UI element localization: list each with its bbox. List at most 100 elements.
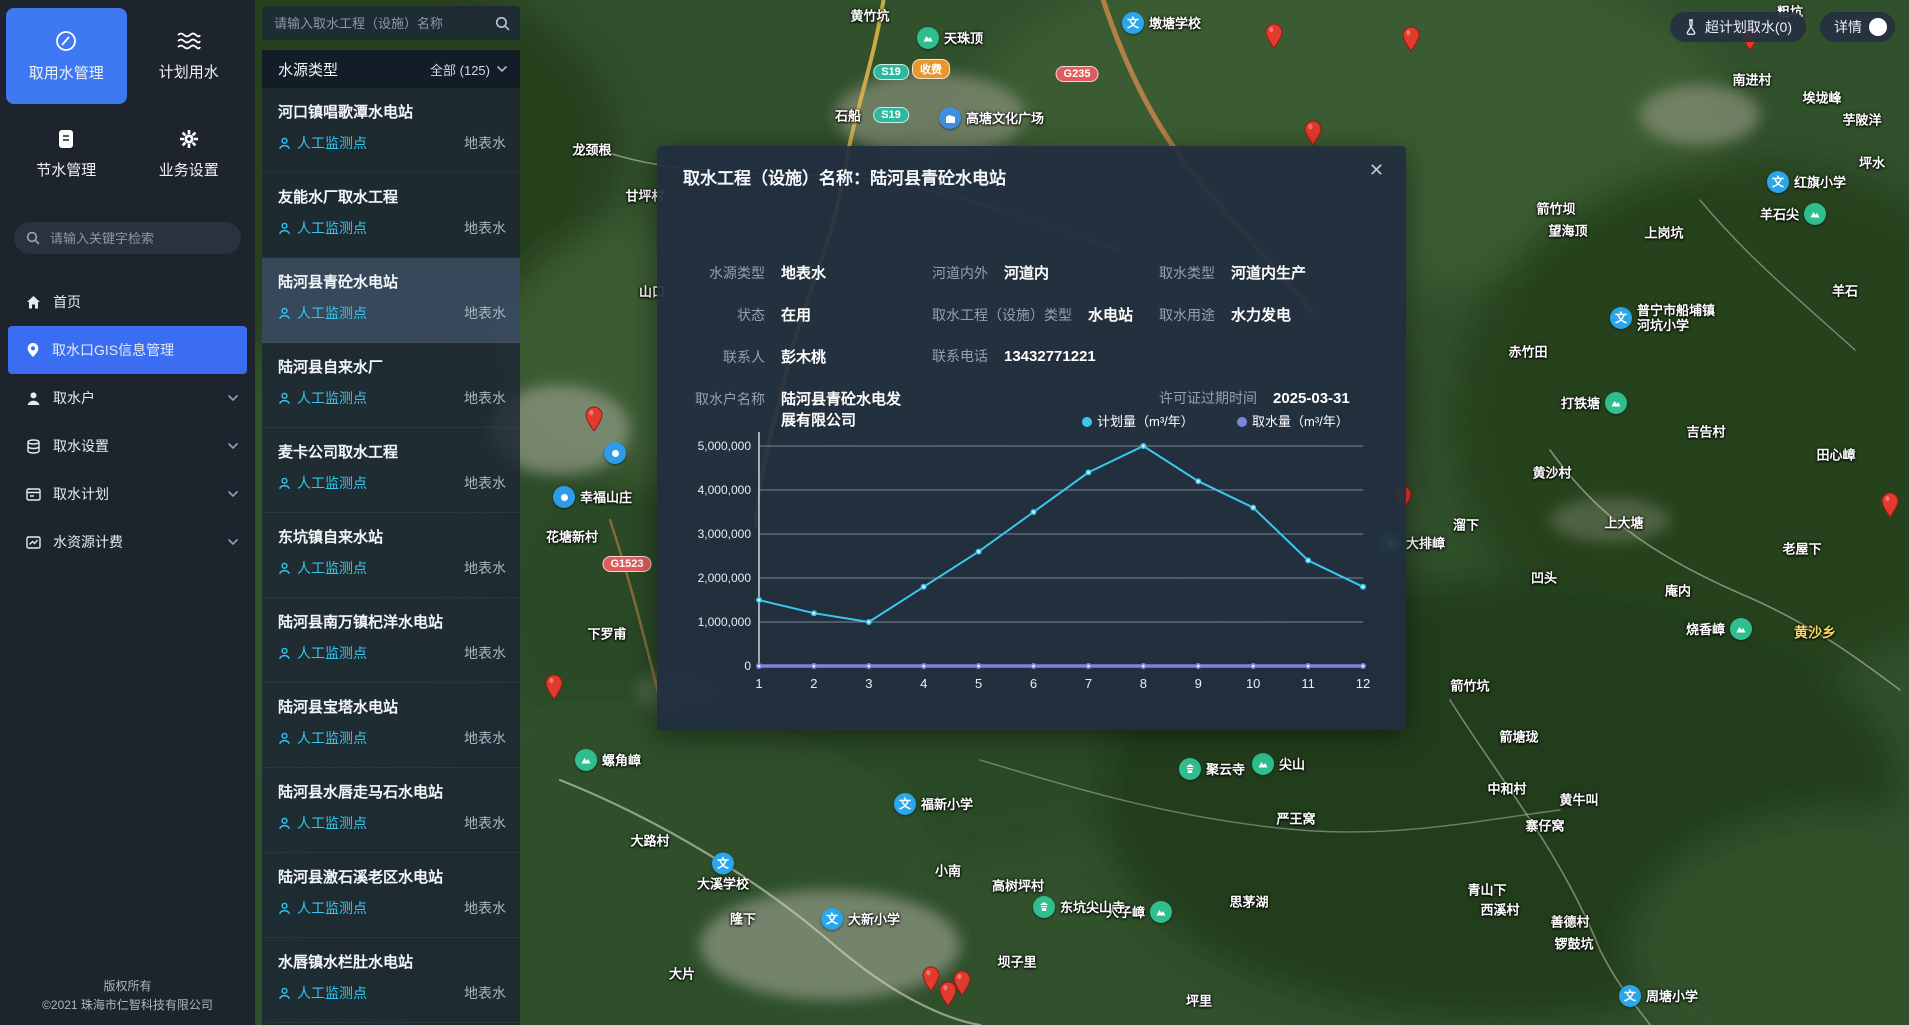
chevron-down-icon — [227, 442, 239, 450]
map-poi[interactable]: 烧香嶂 — [1686, 618, 1752, 640]
map-poi[interactable]: 打铁塘 — [1561, 392, 1627, 414]
station-list-item[interactable]: 麦卡公司取水工程人工监测点地表水 — [262, 428, 520, 513]
station-list-item[interactable]: 河口镇唱歌潭水电站人工监测点地表水 — [262, 88, 520, 173]
map-place-label: 中和村 — [1487, 782, 1526, 797]
map-poi-label: 打铁塘 — [1561, 396, 1600, 411]
red-map-pin-icon[interactable] — [952, 970, 972, 996]
chevron-down-icon — [227, 394, 239, 402]
map-poi[interactable]: 天珠顶 — [917, 27, 983, 49]
map-poi[interactable]: 文福新小学 — [894, 793, 973, 815]
red-map-pin-icon[interactable] — [1303, 120, 1323, 146]
tile-water-intake-mgmt[interactable]: 取用水管理 — [6, 8, 127, 104]
svg-text:7: 7 — [1085, 676, 1092, 691]
map-poi[interactable]: 幸福山庄 — [553, 486, 632, 508]
keyword-search-input[interactable] — [48, 230, 229, 247]
manual-monitor-label: 人工监测点 — [297, 303, 367, 323]
modal-field: 许可证过期时间2025-03-31 — [1159, 388, 1350, 408]
modal-field: 取水用途水力发电 — [1159, 304, 1291, 325]
station-name: 麦卡公司取水工程 — [278, 441, 506, 462]
station-list-item[interactable]: 友能水厂取水工程人工监测点地表水 — [262, 173, 520, 258]
map-place-label: 坪里 — [1186, 994, 1212, 1009]
modal-field: 联系电话13432771221 — [932, 346, 1096, 366]
red-map-pin-icon[interactable] — [1264, 23, 1284, 49]
red-map-pin-icon[interactable] — [1401, 26, 1421, 52]
app-root: 黄竹坑粗坑南进村埃垅峰芋陂洋石船龙颈根甘坪村山口坪水箭竹坝望海顶上岗坑羊石赤竹田… — [0, 0, 1909, 1025]
temple-marker-icon — [1033, 896, 1055, 918]
station-list-item[interactable]: 陆河县南万镇杞洋水电站人工监测点地表水 — [262, 598, 520, 683]
red-map-pin-icon[interactable] — [1880, 492, 1900, 518]
plan-vs-intake-chart: 01,000,0002,000,0003,000,0004,000,0005,0… — [687, 408, 1377, 708]
svg-text:12: 12 — [1356, 676, 1370, 691]
station-list-item[interactable]: 陆河县水唇走马石水电站人工监测点地表水 — [262, 768, 520, 853]
person-icon — [278, 137, 291, 150]
map-poi[interactable]: 文周塘小学 — [1619, 985, 1698, 1007]
topbar-right: 超计划取水(0) 详情 — [1670, 12, 1895, 42]
map-poi[interactable]: 东坑尖山寺 — [1033, 896, 1125, 918]
water-source-value: 地表水 — [464, 983, 506, 1003]
close-icon[interactable]: ✕ — [1369, 160, 1384, 181]
station-search-input[interactable] — [272, 15, 489, 32]
app-tiles: 取用水管理 计划用水 节水管理 业务设置 — [0, 0, 255, 204]
station-list-item[interactable]: 水唇镇水栏肚水电站人工监测点地表水 — [262, 938, 520, 1023]
station-list-item[interactable]: 陆河县自来水厂人工监测点地表水 — [262, 343, 520, 428]
map-poi[interactable]: 文大溪学校 — [697, 853, 749, 892]
station-list-item[interactable]: 陆河县青砼水电站人工监测点地表水 — [262, 258, 520, 343]
water-source-value: 地表水 — [464, 813, 506, 833]
station-list-item[interactable]: 东坑镇自来水站人工监测点地表水 — [262, 513, 520, 598]
menu-item-label: 取水户 — [53, 388, 215, 408]
map-poi[interactable]: 聚云寺 — [1179, 758, 1245, 780]
station-list-item[interactable]: 陆河县激石溪老区水电站人工监测点地表水 — [262, 853, 520, 938]
station-list-item[interactable]: 陆河县宝塔水电站人工监测点地表水 — [262, 683, 520, 768]
map-poi[interactable]: 文墩塘学校 — [1122, 12, 1201, 34]
gear-icon — [178, 128, 200, 150]
tile-business-settings[interactable]: 业务设置 — [129, 106, 250, 202]
red-map-pin-icon[interactable] — [584, 406, 604, 432]
map-place-label: 坝子里 — [997, 955, 1036, 970]
person-icon — [278, 817, 291, 830]
over-plan-label: 超计划取水(0) — [1705, 17, 1792, 37]
menu-item-intake-plan[interactable]: 取水计划 — [0, 470, 255, 518]
svg-text:8: 8 — [1140, 676, 1147, 691]
map-poi[interactable]: 螺角嶂 — [575, 749, 641, 771]
location-pin-icon — [26, 342, 40, 358]
map-poi[interactable]: 文大新小学 — [821, 908, 900, 930]
tile-label: 业务设置 — [159, 159, 219, 180]
red-map-pin-icon[interactable] — [544, 674, 564, 700]
map-poi[interactable]: 尖山 — [1252, 753, 1305, 775]
map-poi[interactable]: 羊石尖 — [1760, 203, 1826, 225]
map-poi[interactable]: 高塘文化广场 — [939, 107, 1044, 129]
map-poi[interactable]: 文普宁市船埔镇 河坑小学 — [1610, 303, 1715, 333]
detail-toggle[interactable]: 详情 — [1820, 12, 1895, 42]
map-place-label: 上岗坑 — [1644, 226, 1683, 241]
source-type-filter[interactable]: 全部 (125) — [430, 60, 508, 79]
menu-item-home[interactable]: 首页 — [0, 278, 255, 326]
person-icon — [278, 732, 291, 745]
map-place-label: 黄沙村 — [1532, 466, 1571, 481]
map-poi-label: 大排嶂 — [1406, 536, 1445, 551]
manual-monitor-label: 人工监测点 — [297, 898, 367, 918]
station-search[interactable] — [262, 6, 520, 40]
station-name: 陆河县南万镇杞洋水电站 — [278, 611, 506, 632]
menu-item-gis-info[interactable]: 取水口GIS信息管理 — [8, 326, 247, 374]
menu-item-water-billing[interactable]: 水资源计费 — [0, 518, 255, 566]
tile-planned-water[interactable]: 计划用水 — [129, 8, 250, 104]
menu-item-water-users[interactable]: 取水户 — [0, 374, 255, 422]
svg-text:0: 0 — [744, 659, 751, 673]
map-place-label: 坪水 — [1859, 156, 1885, 171]
map-poi[interactable]: 文红旗小学 — [1767, 171, 1846, 193]
map-poi[interactable] — [604, 442, 626, 464]
map-place-label: 黄竹坑 — [850, 9, 889, 24]
map-place-label: 青山下 — [1467, 883, 1506, 898]
keyword-search[interactable] — [14, 222, 241, 254]
tile-water-saving-mgmt[interactable]: 节水管理 — [6, 106, 127, 202]
menu-item-intake-settings[interactable]: 取水设置 — [0, 422, 255, 470]
person-icon — [278, 902, 291, 915]
over-plan-water-button[interactable]: 超计划取水(0) — [1670, 12, 1806, 42]
svg-text:4,000,000: 4,000,000 — [698, 483, 752, 497]
blue-pin-icon — [604, 442, 626, 464]
sidebar-menu: 首页 取水口GIS信息管理 取水户 取水设置 取水计划 — [0, 278, 255, 566]
menu-item-label: 取水计划 — [53, 484, 215, 504]
svg-text:5: 5 — [975, 676, 982, 691]
water-source-value: 地表水 — [464, 303, 506, 323]
menu-item-label: 取水口GIS信息管理 — [52, 340, 239, 360]
